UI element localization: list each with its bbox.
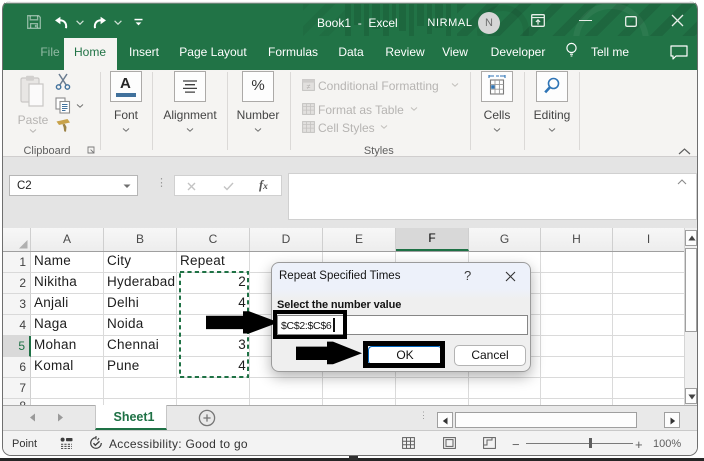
svg-text:≠: ≠ bbox=[307, 84, 311, 91]
